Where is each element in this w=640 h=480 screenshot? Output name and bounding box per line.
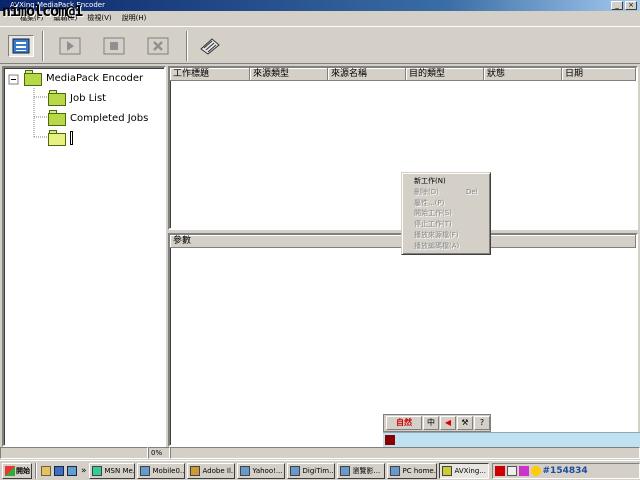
tree-item-job-list[interactable]: Job List xyxy=(48,89,106,107)
menu-item-play-encoded[interactable]: 播放編碼檔(A) xyxy=(402,241,490,252)
ime-toolbar: 自然 中 ◀ ⚒ ? xyxy=(383,414,491,432)
folder-icon xyxy=(24,70,42,86)
column-header[interactable]: 工作標題 xyxy=(170,68,250,80)
menu-item-stop-job[interactable]: 停止工作(T) xyxy=(402,219,490,230)
app-icon xyxy=(189,465,200,476)
taskbar-item-active[interactable]: AVXing... xyxy=(438,462,489,479)
job-list-button[interactable] xyxy=(8,35,34,57)
outlook-icon[interactable] xyxy=(67,465,77,476)
taskbar-item[interactable]: DigiTim... xyxy=(286,462,335,479)
menu-view[interactable]: 檢視(V) xyxy=(87,13,111,23)
watermark-logo: nimolcom@1 xyxy=(2,2,83,20)
ime-cursor-icon xyxy=(385,435,395,445)
tree-root[interactable]: MediaPack Encoder xyxy=(24,69,143,87)
start-button[interactable]: 開始 xyxy=(2,462,32,479)
taskbar-item[interactable]: Mobile0... xyxy=(136,462,185,479)
menu-bar: 檔案(F) 編輯(E) 檢視(V) 說明(H) xyxy=(0,11,640,25)
column-header[interactable]: 狀態 xyxy=(484,68,562,80)
tree-item-edit-field[interactable] xyxy=(70,131,73,145)
ime-help-icon[interactable]: ? xyxy=(474,416,490,430)
app-icon xyxy=(339,465,350,476)
open-folder-icon xyxy=(48,130,66,146)
tree-item-label: Completed Jobs xyxy=(70,112,149,124)
app-icon xyxy=(389,465,400,476)
folder-icon xyxy=(48,90,66,106)
column-header[interactable]: 目的類型 xyxy=(406,68,484,80)
close-button[interactable]: × xyxy=(625,1,637,10)
tray-text: #154834 xyxy=(542,465,588,476)
windows-logo-icon xyxy=(5,465,15,476)
ime-fullwidth-icon[interactable]: 中 xyxy=(423,416,439,430)
tray-app-icon[interactable] xyxy=(518,465,529,476)
app-icon xyxy=(139,465,150,476)
stop-button[interactable] xyxy=(101,35,127,57)
progress-text: 0% xyxy=(148,447,170,459)
toolbar xyxy=(0,26,640,64)
encode-icon xyxy=(200,38,220,55)
stop-icon xyxy=(103,37,125,55)
cancel-icon xyxy=(147,37,169,55)
tree-item-completed-jobs[interactable]: Completed Jobs xyxy=(48,109,148,127)
taskbar-item[interactable]: Adobe Il... xyxy=(186,462,235,479)
column-header[interactable]: 來源名稱 xyxy=(328,68,406,80)
tree-item-new[interactable] xyxy=(48,129,73,147)
column-header[interactable]: 來源類型 xyxy=(250,68,328,80)
play-button[interactable] xyxy=(57,35,83,57)
status-pane xyxy=(0,447,148,459)
menu-item-delete[interactable]: 刪除(D) Del xyxy=(402,187,490,198)
app-icon xyxy=(289,465,300,476)
ime-tools-icon[interactable]: ⚒ xyxy=(457,416,473,430)
quicklaunch-chevron-icon[interactable]: » xyxy=(81,466,87,476)
menu-item-new-job[interactable]: 新工作(N) xyxy=(402,176,490,187)
tray-ime-icon[interactable] xyxy=(494,465,505,476)
system-tray: #154834 xyxy=(491,462,640,479)
show-desktop-icon[interactable] xyxy=(41,465,51,476)
tree-panel: MediaPack Encoder Job List Completed Job… xyxy=(2,66,166,447)
taskbar-item[interactable]: 瀏覽影... xyxy=(336,462,385,479)
app-icon xyxy=(441,465,452,476)
menu-item-start-job[interactable]: 開始工作(S) xyxy=(402,208,490,219)
job-list-icon xyxy=(12,38,30,54)
taskbar-item[interactable]: MSN Me... xyxy=(88,462,135,479)
column-header[interactable]: 日期 xyxy=(562,68,636,80)
context-menu: 新工作(N) 刪除(D) Del 屬性...(P) 開始工作(S) 停止工作(T)… xyxy=(401,172,491,255)
encode-button[interactable] xyxy=(197,35,223,57)
window-title-bar[interactable]: AVXing MediaPack Encoder xyxy=(0,0,640,11)
taskbar-item[interactable]: PC home... xyxy=(386,462,437,479)
menu-item-properties[interactable]: 屬性...(P) xyxy=(402,198,490,209)
cancel-button[interactable] xyxy=(145,35,171,57)
minimize-button[interactable]: _ xyxy=(611,1,623,10)
status-bar: 0% xyxy=(0,447,640,460)
folder-icon xyxy=(48,110,66,126)
ie-icon[interactable] xyxy=(54,465,64,476)
progress-pane xyxy=(170,447,640,459)
app-icon xyxy=(239,465,250,476)
tray-smiley-icon[interactable] xyxy=(530,465,541,476)
taskbar-item[interactable]: Yahoo!... xyxy=(236,462,285,479)
play-icon xyxy=(59,37,81,55)
ime-mode-button[interactable]: 自然 xyxy=(386,416,422,430)
ime-arrow-icon[interactable]: ◀ xyxy=(440,416,456,430)
menu-item-play-source[interactable]: 播放來源檔(F) xyxy=(402,230,490,241)
jobs-table-header: 工作標題 來源類型 來源名稱 目的類型 狀態 日期 xyxy=(170,68,636,81)
tree-item-label: Job List xyxy=(70,92,107,104)
menu-help[interactable]: 說明(H) xyxy=(122,13,147,23)
ime-input-bar xyxy=(383,432,640,447)
taskbar: 開始 » MSN Me... Mobile0... Adobe Il... Ya… xyxy=(0,460,640,480)
tray-help-icon[interactable] xyxy=(506,465,517,476)
tree-root-label: MediaPack Encoder xyxy=(46,72,144,84)
app-icon xyxy=(91,465,102,476)
